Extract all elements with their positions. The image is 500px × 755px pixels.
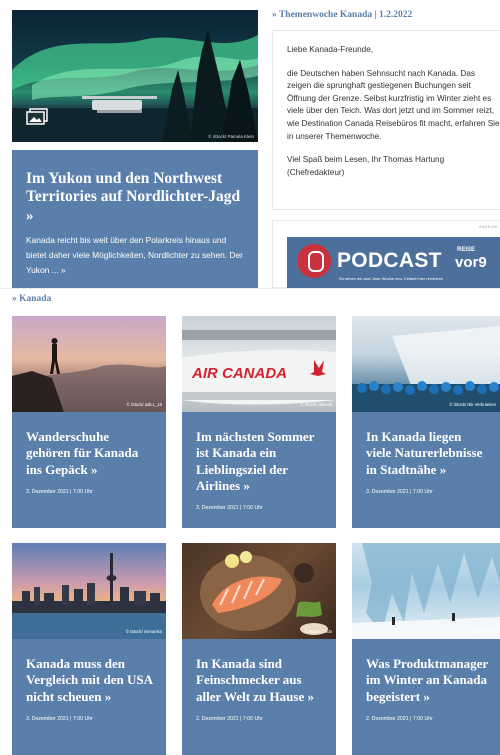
article-title[interactable]: Was Produktmanager im Winter an Kanada b… [366,656,489,705]
image-credit: © iStock/ ahavelf [300,402,332,407]
article-date: 2. Dezember 2021 | 7:00 Uhr [366,715,433,722]
article-date: 2. Dezember 2021 | 7:00 Uhr [196,715,263,722]
article-date: 3. Dezember 2021 | 7:00 Uhr [26,715,93,722]
letter-greeting: Liebe Kanada-Freunde, [287,45,374,54]
article-card[interactable]: AIR CANADA © iStock/ ahavelf Im nächsten… [182,316,336,528]
article-image-ice-climbing[interactable]: © iStock/ Bob Hilscher [352,543,500,639]
arrow-icon[interactable]: » [243,478,250,493]
podcast-brand-reise: REISE [457,247,476,253]
hiker-illustration [12,338,166,412]
hero-teaser-card[interactable]: © iStock/ Pamela Klein Im Yukon und den … [12,10,258,288]
image-credit: © iStock/ Pamela Klein [208,134,254,139]
article-card-text[interactable]: Kanada muss den Vergleich mit den USA ni… [12,639,166,755]
waterfall-illustration [352,326,500,412]
article-title[interactable]: Im nächsten Sommer ist Kanada ein Liebli… [196,429,325,494]
image-credit: © iStock/ Nik Verbraeken [449,402,496,407]
letter-body: die Deutschen haben Sehnsucht nach Kanad… [287,68,500,141]
article-card-text[interactable]: Was Produktmanager im Winter an Kanada b… [352,639,500,755]
hero-teaser-text: Kanada reicht bis weit über den Polarkre… [26,235,243,275]
article-card-text[interactable]: In Kanada liegen viele Naturerlebnisse i… [352,412,500,528]
arrow-icon[interactable]: » [91,462,98,477]
article-image-hiker[interactable]: © iStock/ adiLL_15 [12,316,166,412]
podcast-subline: So sehen wir das! Jede Woche neu. Einfac… [339,276,444,281]
article-title-text[interactable]: Kanada muss den Vergleich mit den USA ni… [26,656,152,704]
section-divider [0,288,500,289]
hero-title-text[interactable]: Im Yukon und den Northwest Territories a… [26,170,240,205]
article-title-text[interactable]: In Kanada liegen viele Naturerlebnisse i… [366,429,482,477]
hero-text-panel[interactable]: Im Yukon und den Northwest Territories a… [12,150,258,288]
article-title[interactable]: Wanderschuhe gehören für Kanada ins Gepä… [26,429,155,478]
podcast-brand-vor9: vor9 [455,254,487,271]
image-credit: © iStock/ Ludo [304,629,332,634]
salmon-dish-illustration [200,551,328,635]
letter-signoff: Viel Spaß beim Lesen, Ihr Thomas Hartung… [287,155,445,177]
image-credit: © iStock/ Bob Hilscher [454,629,496,634]
article-image-toronto-skyline[interactable]: © iStock/ mimamka [12,543,166,639]
frozen-waterfall-illustration [352,543,500,639]
themenwoche-heading[interactable]: » Themenwoche Kanada | 1.2.2022 [272,10,412,20]
article-title-text[interactable]: In Kanada sind Feinschmecker aus aller W… [196,656,304,704]
article-card[interactable]: © iStock/ Nik Verbraeken In Kanada liege… [352,316,500,528]
article-title-text[interactable]: Im nächsten Sommer ist Kanada ein Liebli… [196,429,314,493]
hero-title[interactable]: Im Yukon und den Northwest Territories a… [26,170,245,225]
article-image-salmon[interactable]: © iStock/ Ludo [182,543,336,639]
arrow-icon[interactable]: » [307,689,314,704]
ad-label: ANZEIGE [479,225,498,229]
article-card[interactable]: © iStock/ mimamka Kanada muss den Vergle… [12,543,166,755]
article-title-text[interactable]: Wanderschuhe gehören für Kanada ins Gepä… [26,429,138,477]
arrow-icon[interactable]: » [423,689,430,704]
airplane-illustration: AIR CANADA [182,330,336,405]
arrow-icon[interactable]: » [105,689,112,704]
image-credit: © iStock/ mimamka [125,629,162,634]
article-date: 3. Dezember 2021 | 7:00 Uhr [366,488,433,495]
article-card-text[interactable]: Wanderschuhe gehören für Kanada ins Gepä… [12,412,166,528]
editorial-letter-box: Liebe Kanada-Freunde, die Deutschen habe… [272,30,500,210]
aurora-illustration [12,30,258,142]
hero-arrow-icon[interactable]: » [26,207,245,225]
image-gallery-icon[interactable] [26,108,48,125]
svg-text:AIR CANADA: AIR CANADA [191,365,287,382]
article-card[interactable]: © iStock/ adiLL_15 Wanderschuhe gehören … [12,316,166,528]
article-card[interactable]: © iStock/ Ludo In Kanada sind Feinschmec… [182,543,336,755]
article-card-text[interactable]: In Kanada sind Feinschmecker aus aller W… [182,639,336,755]
image-credit: © iStock/ adiLL_15 [126,402,162,407]
article-image-niagara[interactable]: © iStock/ Nik Verbraeken [352,316,500,412]
advertisement-box: ANZEIGE PODCAST REISE vor9 So sehen wir … [272,220,500,289]
arrow-icon[interactable]: » [440,462,447,477]
section-heading-kanada[interactable]: » Kanada [12,294,51,304]
article-card[interactable]: © iStock/ Bob Hilscher Was Produktmanage… [352,543,500,755]
article-title[interactable]: Kanada muss den Vergleich mit den USA ni… [26,656,155,705]
article-title[interactable]: In Kanada sind Feinschmecker aus aller W… [196,656,325,705]
article-card-text[interactable]: Im nächsten Sommer ist Kanada ein Liebli… [182,412,336,528]
article-date: 3. Dezember 2021 | 7:00 Uhr [196,505,263,512]
article-date: 3. Dezember 2021 | 7:00 Uhr [26,488,93,495]
hero-image-northern-lights[interactable]: © iStock/ Pamela Klein [12,10,258,142]
podcast-microphone-icon [297,244,331,278]
podcast-title: PODCAST [337,249,442,272]
skyline-illustration [12,553,166,639]
article-title[interactable]: In Kanada liegen viele Naturerlebnisse i… [366,429,489,478]
podcast-ad-banner[interactable]: PODCAST REISE vor9 So sehen wir das! Jed… [287,237,500,289]
article-image-air-canada[interactable]: AIR CANADA © iStock/ ahavelf [182,316,336,412]
